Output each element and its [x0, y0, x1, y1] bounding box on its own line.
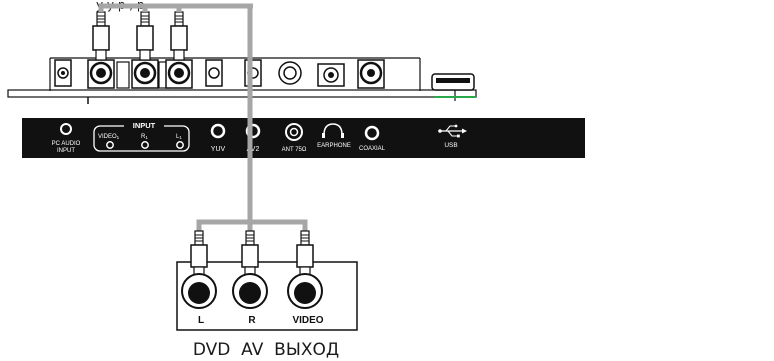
usb-port-side: [431, 73, 476, 101]
dvd-label-r: R: [248, 315, 256, 326]
board-strip: [7, 89, 477, 98]
usb-label: USB: [444, 142, 457, 149]
input-title: INPUT: [133, 121, 156, 130]
input-l-jack-icon: [176, 141, 184, 149]
earphone-jack-side: [317, 63, 345, 87]
coaxial-label: COAXIAL: [359, 146, 386, 152]
input-rca-jacks-side: [87, 59, 193, 89]
input-video-jack-icon: [106, 141, 114, 149]
connection-diagram: у у р , р PC AUDIO INPUT INPUT VIDEO1 R1…: [0, 0, 774, 361]
yuv-jack-side: [205, 59, 223, 87]
pc-audio-jack-side: [54, 59, 72, 87]
dvd-jack-l: [181, 273, 217, 309]
earphone-label: EARPHONE: [317, 143, 351, 149]
yuv-jack-icon: [210, 123, 226, 139]
yuv-label: YUV: [211, 146, 226, 153]
coaxial-jack-side: [357, 59, 385, 89]
dvd-jack-r: [232, 273, 268, 309]
av2-jack-side: [244, 59, 262, 87]
antenna-jack-side: [278, 61, 302, 85]
tv-side-board: [7, 11, 477, 104]
input-r-jack-icon: [141, 141, 149, 149]
dvd-av-output-caption: DVD AV ВЫХОД: [193, 340, 339, 360]
pc-audio-label-1: PC AUDIO: [52, 141, 81, 147]
input-l-label: L1: [176, 134, 182, 140]
dvd-label-l: L: [198, 315, 204, 326]
antenna-label: ANT 75Ω: [282, 147, 307, 153]
dvd-output-box: L R VIDEO: [176, 230, 358, 331]
coaxial-jack-icon: [364, 125, 380, 141]
input-r-label: R1: [141, 134, 148, 140]
diagram-svg: у у р , р PC AUDIO INPUT INPUT VIDEO1 R1…: [7, 0, 585, 360]
rca-plugs-top: [92, 11, 188, 61]
pc-audio-jack-icon: [60, 123, 72, 135]
dvd-jack-video: [287, 273, 323, 309]
input-video-label: VIDEO1: [98, 134, 120, 140]
pc-audio-label-2: INPUT: [57, 148, 75, 154]
rear-panel: PC AUDIO INPUT INPUT VIDEO1 R1 L1 YUV AV…: [22, 118, 585, 158]
dvd-label-video: VIDEO: [292, 315, 323, 326]
